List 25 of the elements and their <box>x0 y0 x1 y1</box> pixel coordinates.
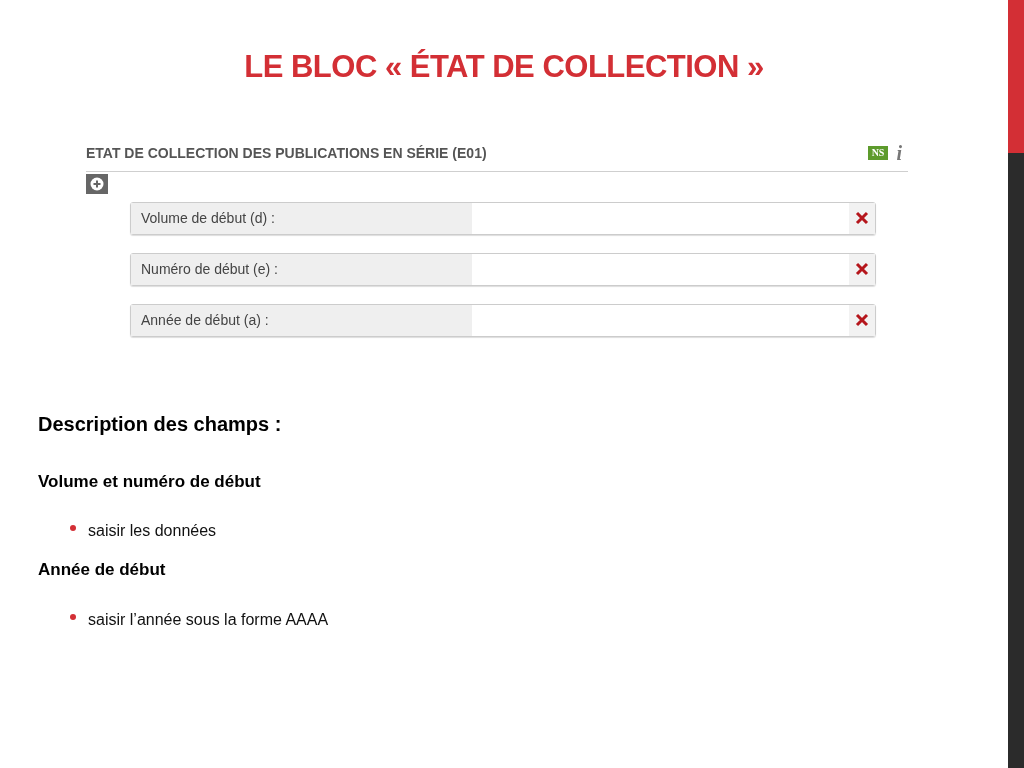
slide-title: LE BLOC « ÉTAT DE COLLECTION » <box>244 48 764 86</box>
remove-button[interactable] <box>849 253 875 285</box>
ns-badge: NS <box>867 146 889 160</box>
close-icon <box>855 262 869 276</box>
bullet-icon <box>70 613 76 620</box>
field-label: Année de début (a) : <box>131 304 472 336</box>
section-heading: ETAT DE COLLECTION DES PUBLICATIONS EN SÉRIE (E01) <box>86 143 487 163</box>
remove-button[interactable] <box>849 202 875 234</box>
group-heading: Volume et numéro de début <box>38 470 262 493</box>
bullet-text: saisir l’année sous la forme AAAA <box>88 609 329 630</box>
form-field[interactable]: Numéro de début (e) : <box>130 252 876 286</box>
bullet-icon <box>70 525 76 531</box>
group-heading: Année de début <box>38 559 167 581</box>
remove-button[interactable] <box>849 304 875 336</box>
form-field[interactable]: Année de début (a) : <box>130 303 876 337</box>
description-heading: Description des champs : <box>38 411 283 437</box>
field-label: Numéro de début (e) : <box>131 253 472 285</box>
close-icon <box>855 211 869 225</box>
field-label: Volume de début (d) : <box>131 202 472 234</box>
add-button[interactable] <box>86 173 108 194</box>
info-button[interactable]: i <box>896 143 902 163</box>
form-field[interactable]: Volume de début (d) : <box>130 201 876 235</box>
plus-circle-icon <box>90 176 104 191</box>
close-icon <box>855 313 869 327</box>
bullet-text: saisir les données <box>88 521 217 541</box>
